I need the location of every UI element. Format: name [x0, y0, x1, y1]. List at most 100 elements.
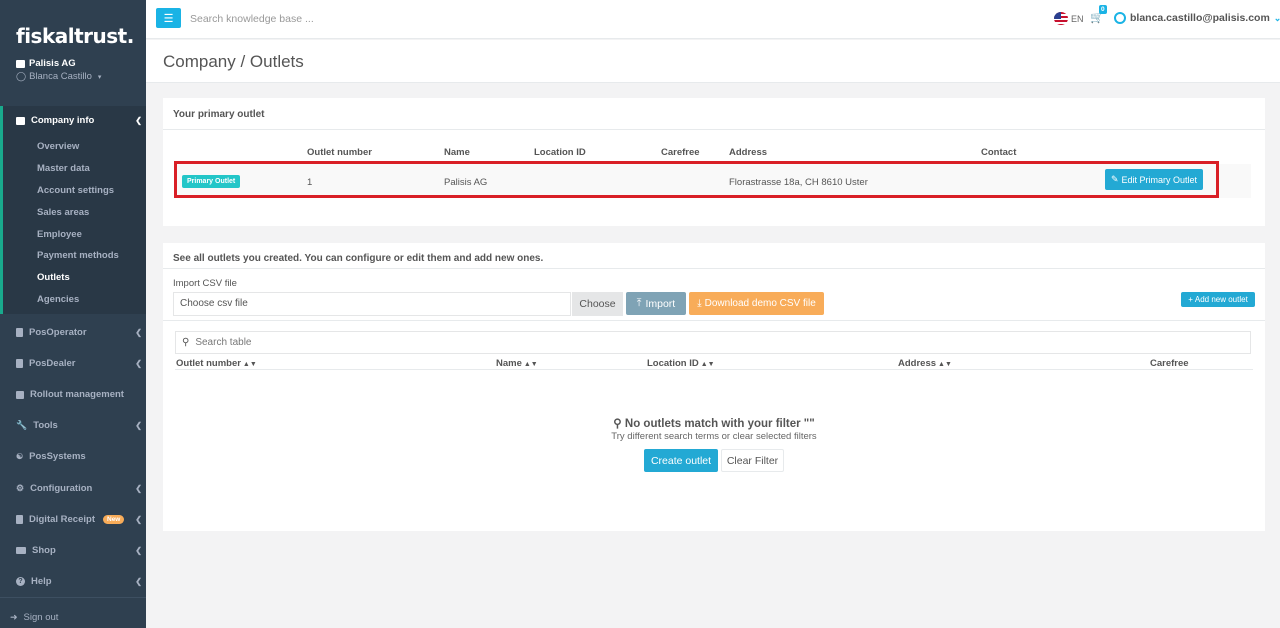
- sidebar-item-outlets[interactable]: Outlets: [37, 272, 70, 283]
- user-icon: ◯: [16, 71, 27, 81]
- topbar: ☰ EN 🛒 0 blanca.castillo@palisis.com ⌄: [146, 0, 1280, 39]
- sign-out-label: Sign out: [23, 612, 59, 623]
- company-name: Palisis AG: [16, 58, 76, 69]
- chevron-left-icon: ❮: [135, 421, 142, 430]
- sortable-header-location-id[interactable]: Location ID ▲▼: [647, 358, 715, 369]
- sidebar-item-agencies[interactable]: Agencies: [37, 294, 79, 305]
- header-label: Name: [496, 358, 522, 369]
- column-header-carefree: Carefree: [661, 147, 700, 158]
- csv-file-input[interactable]: Choose csv file: [173, 292, 571, 316]
- question-icon: ?: [16, 577, 25, 586]
- sortable-header-outlet-number[interactable]: Outlet number ▲▼: [176, 358, 257, 369]
- sortable-header-name[interactable]: Name ▲▼: [496, 358, 538, 369]
- sort-icon: ▲▼: [938, 361, 952, 368]
- sidebar-item-master-data[interactable]: Master data: [37, 163, 90, 174]
- user-name: Blanca Castillo: [29, 71, 92, 82]
- highlight-annotation-box: [174, 161, 1219, 198]
- import-label: Import: [645, 297, 676, 310]
- credit-card-icon: [16, 547, 26, 554]
- sidebar-divider: [0, 597, 146, 598]
- hamburger-icon: ☰: [163, 12, 174, 25]
- empty-state-subtitle: Try different search terms or clear sele…: [611, 431, 817, 442]
- sidebar-item-help[interactable]: ? Help ❮: [16, 576, 142, 587]
- sidebar-item-posoperator[interactable]: PosOperator ❮: [16, 327, 142, 338]
- caret-down-icon: ▾: [97, 73, 102, 81]
- panel-divider: [163, 268, 1265, 269]
- sidebar-item-overview[interactable]: Overview: [37, 141, 79, 152]
- sidebar-item-label: PosOperator: [29, 327, 87, 338]
- sidebar-item-digital-receipt[interactable]: Digital Receipt New ❮: [16, 514, 142, 525]
- page-title: Company / Outlets: [163, 52, 304, 71]
- download-demo-label: Download demo CSV file: [704, 298, 816, 309]
- file-icon: [16, 515, 23, 524]
- sitemap-icon: ☯: [16, 452, 24, 461]
- choose-file-button[interactable]: Choose: [572, 292, 623, 316]
- primary-outlet-heading: Your primary outlet: [173, 109, 265, 120]
- download-demo-csv-button[interactable]: ⤓ Download demo CSV file: [689, 292, 824, 315]
- sidebar-item-label: Configuration: [30, 483, 93, 494]
- add-new-outlet-label: Add new outlet: [1194, 295, 1248, 304]
- account-menu[interactable]: blanca.castillo@palisis.com ⌄: [1114, 12, 1280, 24]
- sidebar-item-payment-methods[interactable]: Payment methods: [37, 250, 119, 261]
- empty-state-title: ⚲ No outlets match with your filter "": [163, 416, 1265, 430]
- account-email: blanca.castillo@palisis.com: [1130, 12, 1270, 24]
- sign-out-link[interactable]: ➜ Sign out: [10, 612, 130, 623]
- sidebar-item-account-settings[interactable]: Account settings: [37, 185, 114, 196]
- sidebar-item-label: Rollout management: [30, 389, 124, 400]
- sidebar-item-label: Tools: [33, 420, 58, 431]
- sort-icon: ▲▼: [700, 361, 715, 368]
- sidebar-item-label: PosSystems: [29, 451, 86, 462]
- sidebar-item-employee[interactable]: Employee: [37, 229, 82, 240]
- fiskaltrust-logo[interactable]: fiskaltrust.: [16, 24, 134, 48]
- sidebar-item-possystems[interactable]: ☯ PosSystems: [16, 451, 136, 462]
- wrench-icon: 🔧: [16, 420, 28, 430]
- import-csv-label: Import CSV file: [173, 278, 237, 289]
- sidebar-item-label: Shop: [32, 545, 56, 556]
- column-header-address: Address: [729, 147, 768, 158]
- outlets-panel: See all outlets you created. You can con…: [163, 243, 1265, 531]
- sidebar-item-label: Help: [31, 576, 52, 587]
- empty-state-title-text: No outlets match with your filter "": [624, 418, 815, 430]
- clear-filter-button[interactable]: Clear Filter: [721, 449, 784, 472]
- knowledge-base-search-input[interactable]: [190, 10, 490, 28]
- sidebar-item-label: PosDealer: [29, 358, 76, 369]
- menu-toggle-button[interactable]: ☰: [156, 8, 181, 28]
- us-flag-icon[interactable]: [1054, 12, 1068, 25]
- panel-divider: [163, 129, 1265, 130]
- header-label: Outlet number: [176, 358, 241, 369]
- outlets-intro: See all outlets you created. You can con…: [173, 253, 544, 264]
- table-header-divider: [175, 369, 1253, 370]
- sidebar-item-sales-areas[interactable]: Sales areas: [37, 207, 89, 218]
- import-button[interactable]: ⤒ Import: [626, 292, 686, 315]
- cogs-icon: ⚙: [16, 483, 25, 493]
- column-header-contact: Contact: [981, 147, 1017, 158]
- sidebar-item-label: Company info: [31, 115, 95, 126]
- chevron-left-icon: ❮: [135, 328, 142, 337]
- search-icon: ⚲: [182, 337, 190, 348]
- chevron-left-icon: ❮: [135, 546, 142, 555]
- sidebar-item-rollout-management[interactable]: Rollout management: [16, 389, 136, 400]
- user-circle-icon: [1114, 12, 1126, 24]
- sidebar-item-posdealer[interactable]: PosDealer ❮: [16, 358, 142, 369]
- user-selector[interactable]: ◯ Blanca Castillo ▾: [16, 71, 101, 82]
- add-new-outlet-button[interactable]: + Add new outlet: [1181, 292, 1255, 307]
- table-search: ⚲: [175, 331, 1251, 354]
- sidebar-item-configuration[interactable]: ⚙ Configuration ❮: [16, 483, 142, 494]
- sort-icon: ▲▼: [242, 361, 257, 368]
- sidebar-item-shop[interactable]: Shop ❮: [16, 545, 142, 556]
- company-name-label: Palisis AG: [29, 58, 76, 69]
- sidebar-item-tools[interactable]: 🔧 Tools ❮: [16, 420, 142, 431]
- sidebar-item-company-info[interactable]: Company info ❮: [16, 115, 142, 126]
- chevron-left-icon: ❮: [135, 484, 142, 493]
- column-header-outlet-number: Outlet number: [307, 147, 372, 158]
- language-selector[interactable]: EN: [1071, 14, 1084, 24]
- header-carefree: Carefree: [1150, 358, 1189, 369]
- briefcase-icon: [16, 116, 25, 125]
- create-outlet-button[interactable]: Create outlet: [644, 449, 718, 472]
- new-badge: New: [103, 515, 125, 524]
- panel-divider: [163, 320, 1265, 321]
- table-search-input[interactable]: [195, 337, 1096, 348]
- plus-square-icon: [16, 390, 24, 399]
- sortable-header-address[interactable]: Address ▲▼: [898, 358, 952, 369]
- sidebar: fiskaltrust. Palisis AG ◯ Blanca Castill…: [0, 0, 146, 628]
